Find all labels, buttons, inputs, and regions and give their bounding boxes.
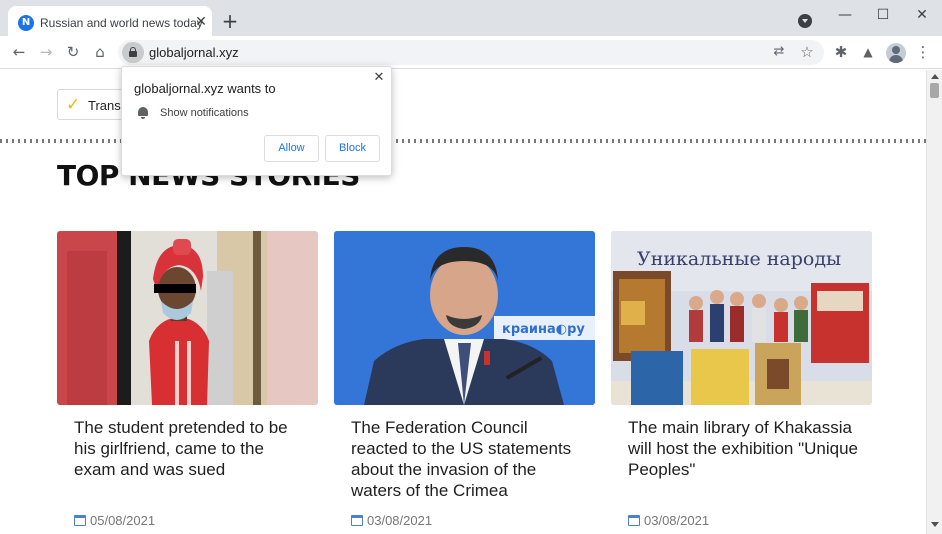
news-headline[interactable]: The student pretended to be his girlfrie… xyxy=(74,417,310,480)
window-minimize-button[interactable]: — xyxy=(835,6,855,24)
news-image-student[interactable] xyxy=(57,231,318,405)
browser-tab[interactable]: N Russian and world news today ✕ xyxy=(8,6,212,40)
profile-avatar-icon[interactable] xyxy=(886,43,906,63)
home-icon[interactable]: ⌂ xyxy=(90,42,110,62)
scroll-up-arrow-icon[interactable] xyxy=(931,74,939,79)
bookmark-star-icon[interactable]: ☆ xyxy=(798,43,816,61)
allow-button[interactable]: Allow xyxy=(264,135,319,162)
window-close-button[interactable]: ✕ xyxy=(912,6,932,24)
news-image-exhibition[interactable]: Уникальные народы xyxy=(611,231,872,405)
news-date: 03/08/2021 xyxy=(628,513,709,528)
news-headline[interactable]: The Federation Council reacted to the US… xyxy=(351,417,587,501)
news-image-official[interactable]: краина◐ру xyxy=(334,231,595,405)
calendar-icon xyxy=(628,515,640,526)
news-date-text: 05/08/2021 xyxy=(90,513,156,528)
forward-icon[interactable]: → xyxy=(36,42,56,62)
popup-request-text: Show notifications xyxy=(160,107,249,119)
news-date-text: 03/08/2021 xyxy=(367,513,433,528)
reload-icon[interactable]: ↻ xyxy=(63,42,83,62)
url-text[interactable]: globaljornal.xyz xyxy=(149,45,239,60)
notification-permission-popup: globaljornal.xyz wants to ✕ Show notific… xyxy=(121,66,392,176)
bell-icon xyxy=(138,107,148,119)
tab-search-icon[interactable] xyxy=(798,14,812,28)
news-date-text: 03/08/2021 xyxy=(644,513,710,528)
news-date: 03/08/2021 xyxy=(351,513,432,528)
checkmark-icon: ✓ xyxy=(66,95,81,115)
window-maximize-button[interactable]: ☐ xyxy=(873,6,893,24)
popup-close-icon[interactable]: ✕ xyxy=(371,70,387,86)
site-favicon-icon: N xyxy=(18,15,34,31)
translate-label: Transl xyxy=(88,98,124,113)
tab-strip: N Russian and world news today ✕ + — ☐ ✕ xyxy=(0,0,942,40)
browser-menu-icon[interactable]: ⋮ xyxy=(913,42,933,62)
tab-close-icon[interactable]: ✕ xyxy=(192,13,210,31)
news-date: 05/08/2021 xyxy=(74,513,155,528)
back-icon[interactable]: ← xyxy=(9,42,29,62)
block-button[interactable]: Block xyxy=(325,135,380,162)
address-bar[interactable]: globaljornal.xyz ⇄ ☆ xyxy=(118,40,824,65)
extensions-icon[interactable]: ✱ xyxy=(831,42,851,62)
page-scrollbar[interactable] xyxy=(926,70,942,534)
site-info-button[interactable] xyxy=(122,42,144,63)
scroll-down-arrow-icon[interactable] xyxy=(931,522,939,527)
translate-icon[interactable]: ⇄ xyxy=(770,43,788,61)
calendar-icon xyxy=(74,515,86,526)
svg-text:краина◐ру: краина◐ру xyxy=(502,322,585,337)
news-headline[interactable]: The main library of Khakassia will host … xyxy=(628,417,864,480)
labs-flask-icon[interactable]: ▲ xyxy=(858,42,878,62)
popup-title: globaljornal.xyz wants to xyxy=(134,81,276,96)
new-tab-button[interactable]: + xyxy=(219,10,241,32)
scrollbar-thumb[interactable] xyxy=(930,83,939,98)
browser-toolbar: ← → ↻ ⌂ globaljornal.xyz ⇄ ☆ ✱ ▲ ⋮ xyxy=(0,36,942,69)
calendar-icon xyxy=(351,515,363,526)
exhibition-banner-text: Уникальные народы xyxy=(637,248,841,270)
tab-title: Russian and world news today xyxy=(40,16,203,30)
